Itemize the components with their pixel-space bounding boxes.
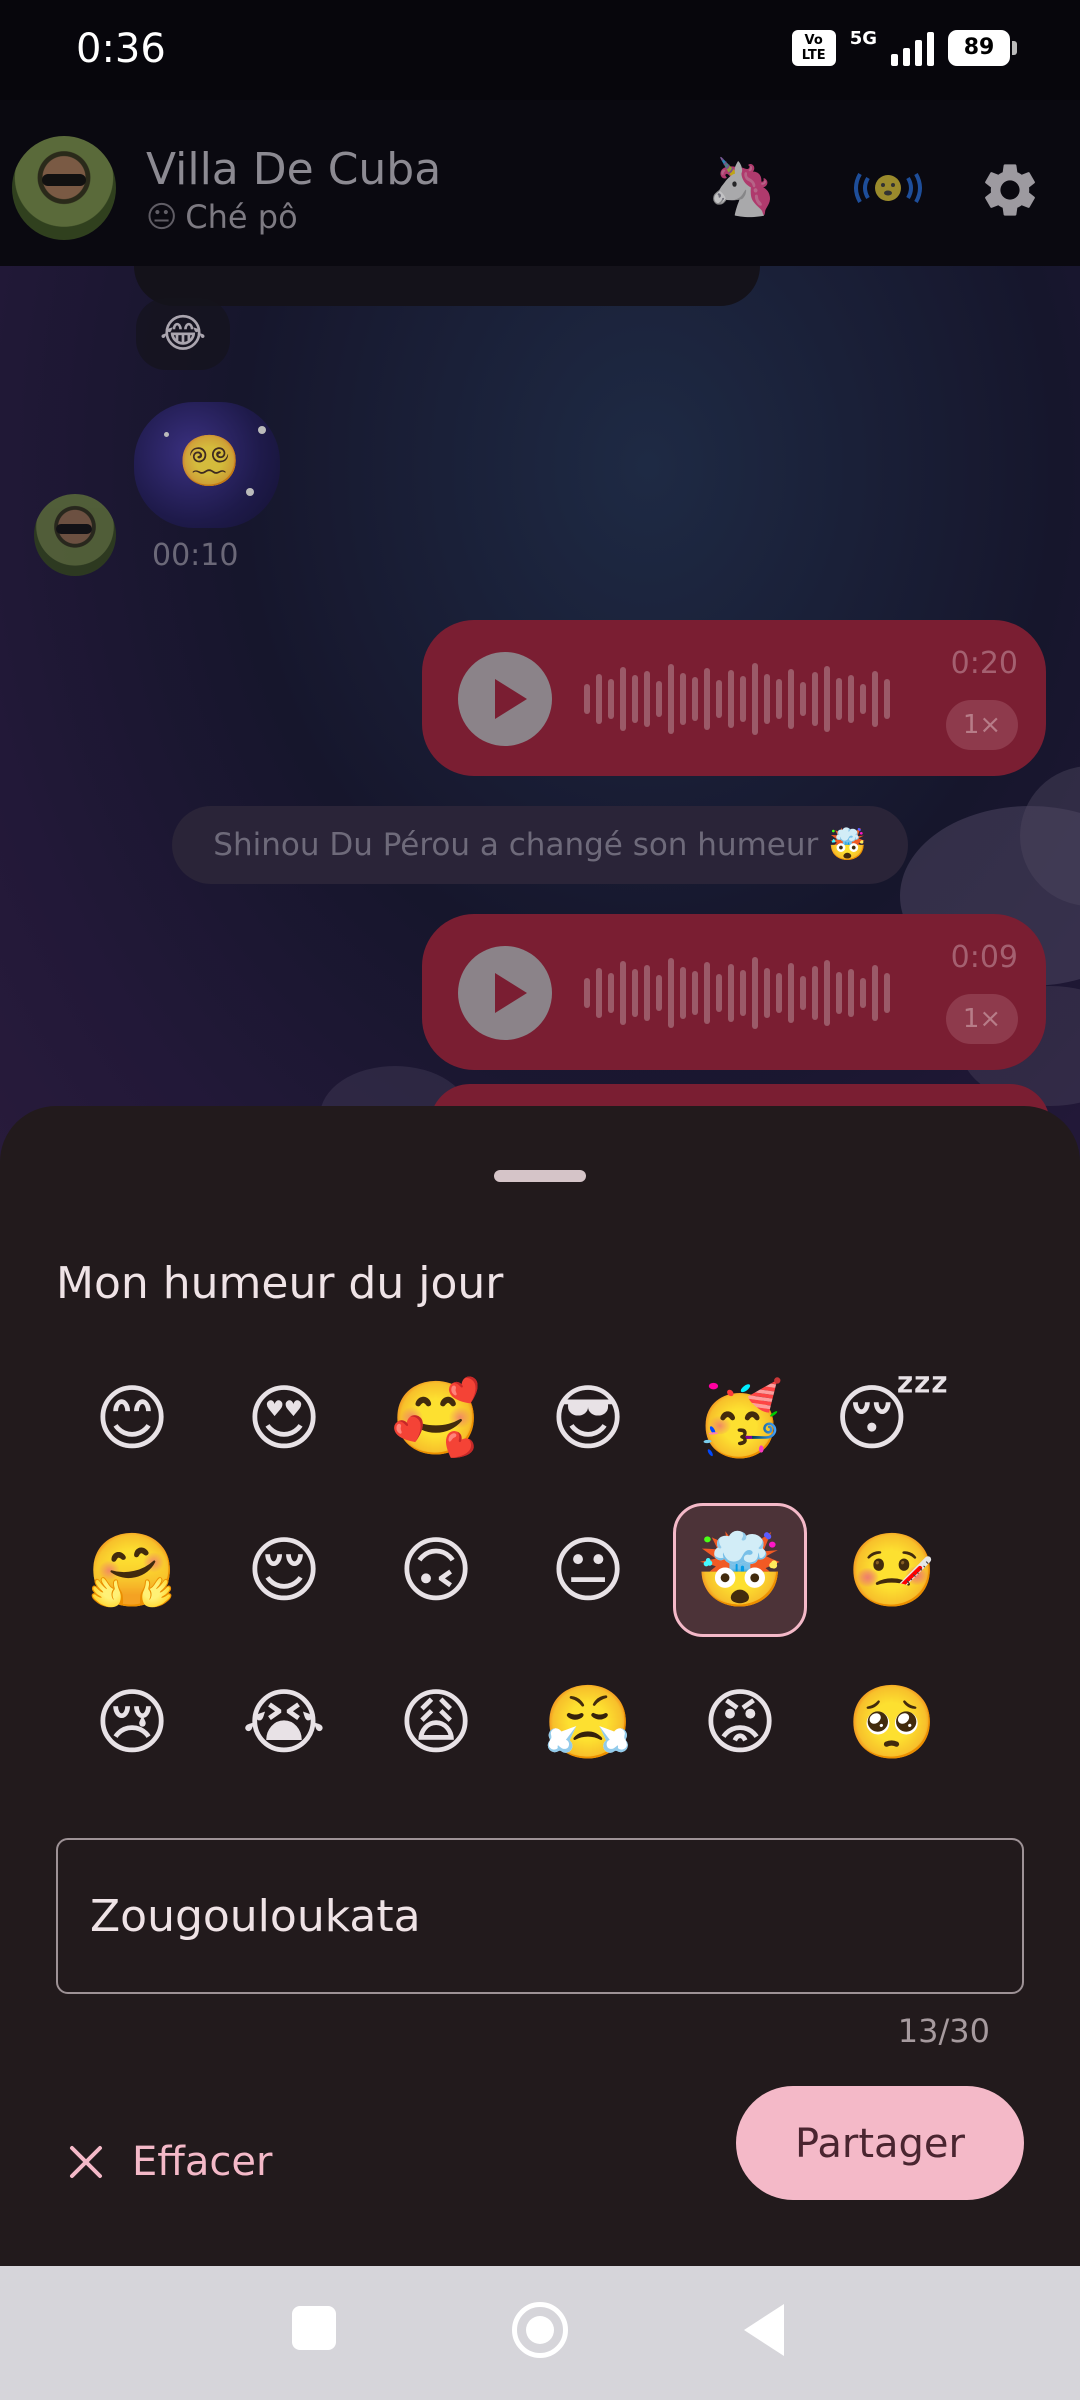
emoji-option[interactable]: 🤒 [816, 1494, 968, 1646]
emoji-option[interactable]: 😡 [664, 1646, 816, 1798]
emoji-option[interactable]: 🥰 [360, 1342, 512, 1494]
close-icon [70, 2146, 102, 2178]
emoji-option[interactable]: 😩 [360, 1646, 512, 1798]
settings-button[interactable] [978, 158, 1042, 222]
emoji-option[interactable]: 🤗 [56, 1494, 208, 1646]
emoji-option[interactable]: 😌 [208, 1494, 360, 1646]
audio-message[interactable]: 0:20 1× [422, 620, 1046, 776]
emoji-option[interactable]: 😍 [208, 1342, 360, 1494]
reaction-bubble[interactable]: 😂 [136, 298, 230, 370]
emoji-option[interactable]: 😤 [512, 1646, 664, 1798]
status-time: 0:36 [76, 26, 166, 72]
clear-button[interactable]: Effacer [66, 2112, 272, 2212]
system-navigation-bar [0, 2266, 1080, 2400]
audio-duration: 0:20 [950, 646, 1018, 681]
contact-name[interactable]: Villa De Cuba [146, 144, 441, 195]
audio-duration: 0:09 [950, 940, 1018, 975]
mood-text-input[interactable] [56, 1838, 1024, 1994]
emoji-option[interactable]: 😴 [816, 1342, 968, 1494]
clear-button-label: Effacer [132, 2139, 273, 2185]
status-bar: 0:36 Vo LTE 5G 89 [0, 0, 1080, 100]
battery-icon: 89 [948, 30, 1017, 66]
emoji-option[interactable]: 😢 [56, 1646, 208, 1798]
emoji-option-selected[interactable]: 🤯 [673, 1503, 807, 1637]
status-icons: Vo LTE 5G 89 [791, 27, 1017, 66]
system-message: Shinou Du Pérou a changé son humeur 🤯 [172, 806, 908, 884]
chat-header: Villa De Cuba 😐 Ché pô 🦄 [0, 100, 1080, 266]
home-button[interactable] [512, 2302, 568, 2358]
emoji-grid: 😊 😍 🥰 😎 🥳 😴 🤗 😌 🙃 😐 🤯 🤒 😢 😭 😩 😤 😡 🥺 [56, 1342, 976, 1798]
emoji-option[interactable]: 😐 [512, 1494, 664, 1646]
drag-handle[interactable] [494, 1170, 586, 1182]
network-type: 5G [849, 27, 877, 49]
unicorn-icon[interactable]: 🦄 [706, 152, 778, 224]
sender-avatar[interactable] [34, 494, 116, 576]
emoji-option[interactable]: 🥳 [664, 1342, 816, 1494]
emoji-option[interactable]: 😊 [56, 1342, 208, 1494]
contact-status: 😐 Ché pô [146, 198, 298, 236]
mood-bottom-sheet: Mon humeur du jour 😊😍🥰😎🥳😴 🤗😌🙃😐🤯🤒 😢😭😩😤😡🥺 13… [0, 1106, 1080, 2266]
vibrate-icon [854, 173, 922, 203]
emoji-option[interactable]: 😭 [208, 1646, 360, 1798]
volte-icon: Vo LTE [791, 30, 836, 66]
sticker-message[interactable]: 😵‍💫 [134, 402, 280, 528]
status-text: Ché pô [185, 198, 298, 236]
sheet-title: Mon humeur du jour [56, 1258, 504, 1309]
emoji-option[interactable]: 🥺 [816, 1646, 968, 1798]
vibrate-button[interactable] [846, 162, 930, 214]
gear-icon [985, 164, 1035, 216]
message-time: 00:10 [152, 538, 239, 573]
audio-message-partial[interactable] [134, 266, 760, 306]
play-button[interactable] [458, 946, 552, 1040]
waveform[interactable] [584, 950, 934, 1036]
avatar[interactable] [12, 136, 116, 240]
sticker-emoji: 😵‍💫 [178, 432, 241, 490]
signal-icon [891, 30, 934, 66]
status-emoji: 😐 [146, 199, 178, 235]
character-counter: 13/30 [897, 2012, 990, 2050]
playback-speed-button[interactable]: 1× [946, 994, 1018, 1044]
emoji-option[interactable]: 😎 [512, 1342, 664, 1494]
share-button[interactable]: Partager [736, 2086, 1024, 2200]
audio-message[interactable]: 0:09 1× [422, 914, 1046, 1070]
waveform[interactable] [584, 656, 934, 742]
playback-speed-button[interactable]: 1× [946, 700, 1018, 750]
emoji-option[interactable]: 🙃 [360, 1494, 512, 1646]
play-button[interactable] [458, 652, 552, 746]
back-button[interactable] [744, 2304, 784, 2356]
recents-button[interactable] [292, 2306, 336, 2350]
